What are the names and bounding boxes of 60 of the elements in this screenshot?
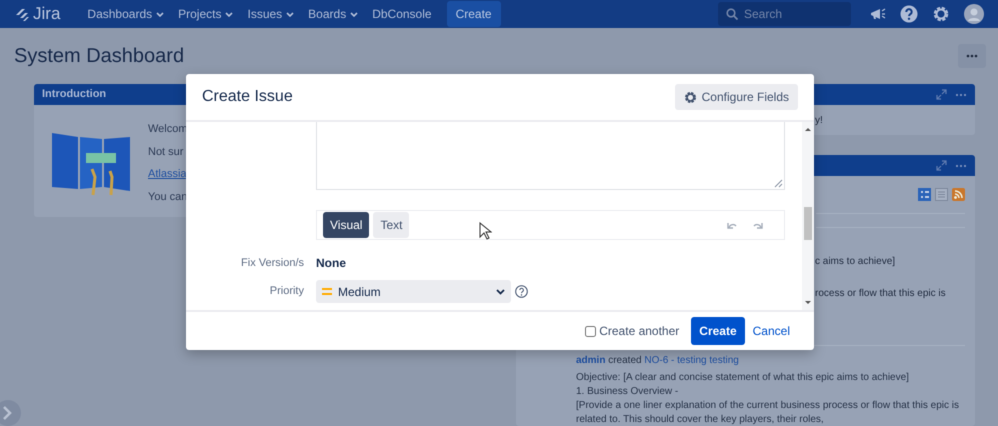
nav-menu[interactable]: Dashboards xyxy=(80,5,172,23)
text-fragment: rocess or flow that this epic is xyxy=(815,287,947,301)
expand-icon[interactable] xyxy=(936,89,947,100)
more-icon[interactable] xyxy=(955,92,967,96)
priority-select[interactable]: Medium xyxy=(316,280,511,303)
jira-logo-icon[interactable] xyxy=(14,6,30,22)
redo-icon[interactable] xyxy=(752,220,764,230)
undo-icon[interactable] xyxy=(726,220,738,230)
description-text: [Provide a one liner explanation of the current business process or flow that this epic is related to. This should cover the key players, their roles, xyxy=(576,399,960,426)
link[interactable]: Atlassia xyxy=(148,166,188,182)
list-icon[interactable] xyxy=(935,188,948,201)
more-icon[interactable] xyxy=(955,164,967,168)
text: Not sur xyxy=(148,144,184,160)
settings-icon xyxy=(684,90,697,104)
nav-menu[interactable]: DbConsole xyxy=(365,5,439,23)
editor-tab[interactable]: Visual xyxy=(323,212,370,238)
expand-icon[interactable] xyxy=(936,160,947,171)
logo-text[interactable]: Jira xyxy=(33,1,60,27)
help-icon[interactable] xyxy=(900,5,918,23)
description-text: 1. Business Overview - xyxy=(576,385,680,399)
user-link[interactable]: admin xyxy=(576,355,606,366)
text-fragment: y! xyxy=(815,114,823,128)
create-button[interactable]: Create xyxy=(691,317,745,345)
priority-medium-icon xyxy=(322,288,332,295)
description-text: Objective: [A clear and concise statement of what this epic aims to achieve] xyxy=(576,371,910,385)
field-label: Fix Version/s xyxy=(240,256,304,271)
search-field[interactable]: Search xyxy=(718,2,851,26)
settings-icon[interactable] xyxy=(932,5,950,23)
resize-handle-icon[interactable] xyxy=(774,179,783,188)
search-icon xyxy=(726,8,738,20)
nav-menu[interactable]: Projects xyxy=(171,5,240,23)
chevron-down-icon xyxy=(496,288,505,295)
scroll-down-icon[interactable] xyxy=(804,300,812,306)
scrollbar[interactable] xyxy=(802,122,814,310)
rss-feed-icon[interactable] xyxy=(952,188,965,201)
scroll-up-icon[interactable] xyxy=(804,126,812,132)
editor-tab[interactable]: Text xyxy=(373,212,410,238)
text-fragment: c aims to achieve] xyxy=(815,255,896,269)
dialog-title: Create Issue xyxy=(202,87,293,107)
cancel-link[interactable]: Cancel xyxy=(752,322,790,340)
issue-link[interactable]: NO-6 - testing testing xyxy=(644,355,739,366)
nav-menu[interactable]: Issues xyxy=(240,5,302,23)
nav-menu[interactable]: Boards xyxy=(301,5,366,23)
expand-sidebar-icon[interactable] xyxy=(0,400,21,426)
create-button[interactable]: Create xyxy=(446,1,501,27)
activity-text: created xyxy=(607,355,643,366)
field-value: None xyxy=(316,255,346,272)
more-icon xyxy=(966,54,978,58)
checkbox[interactable] xyxy=(585,326,596,336)
list-view-icon[interactable] xyxy=(918,188,931,201)
field-label: Priority xyxy=(268,284,304,300)
more-button[interactable] xyxy=(958,44,986,68)
mouse-cursor-icon xyxy=(479,222,492,240)
checkbox-label[interactable]: Create another xyxy=(599,322,680,340)
page-title: System Dashboard xyxy=(14,44,184,68)
help-icon[interactable] xyxy=(515,285,528,298)
configure-fields-button[interactable]: Configure Fields xyxy=(674,84,798,110)
user-avatar-icon[interactable] xyxy=(964,4,984,24)
megaphone-icon[interactable] xyxy=(869,6,886,22)
scrollbar-thumb[interactable] xyxy=(804,207,812,240)
